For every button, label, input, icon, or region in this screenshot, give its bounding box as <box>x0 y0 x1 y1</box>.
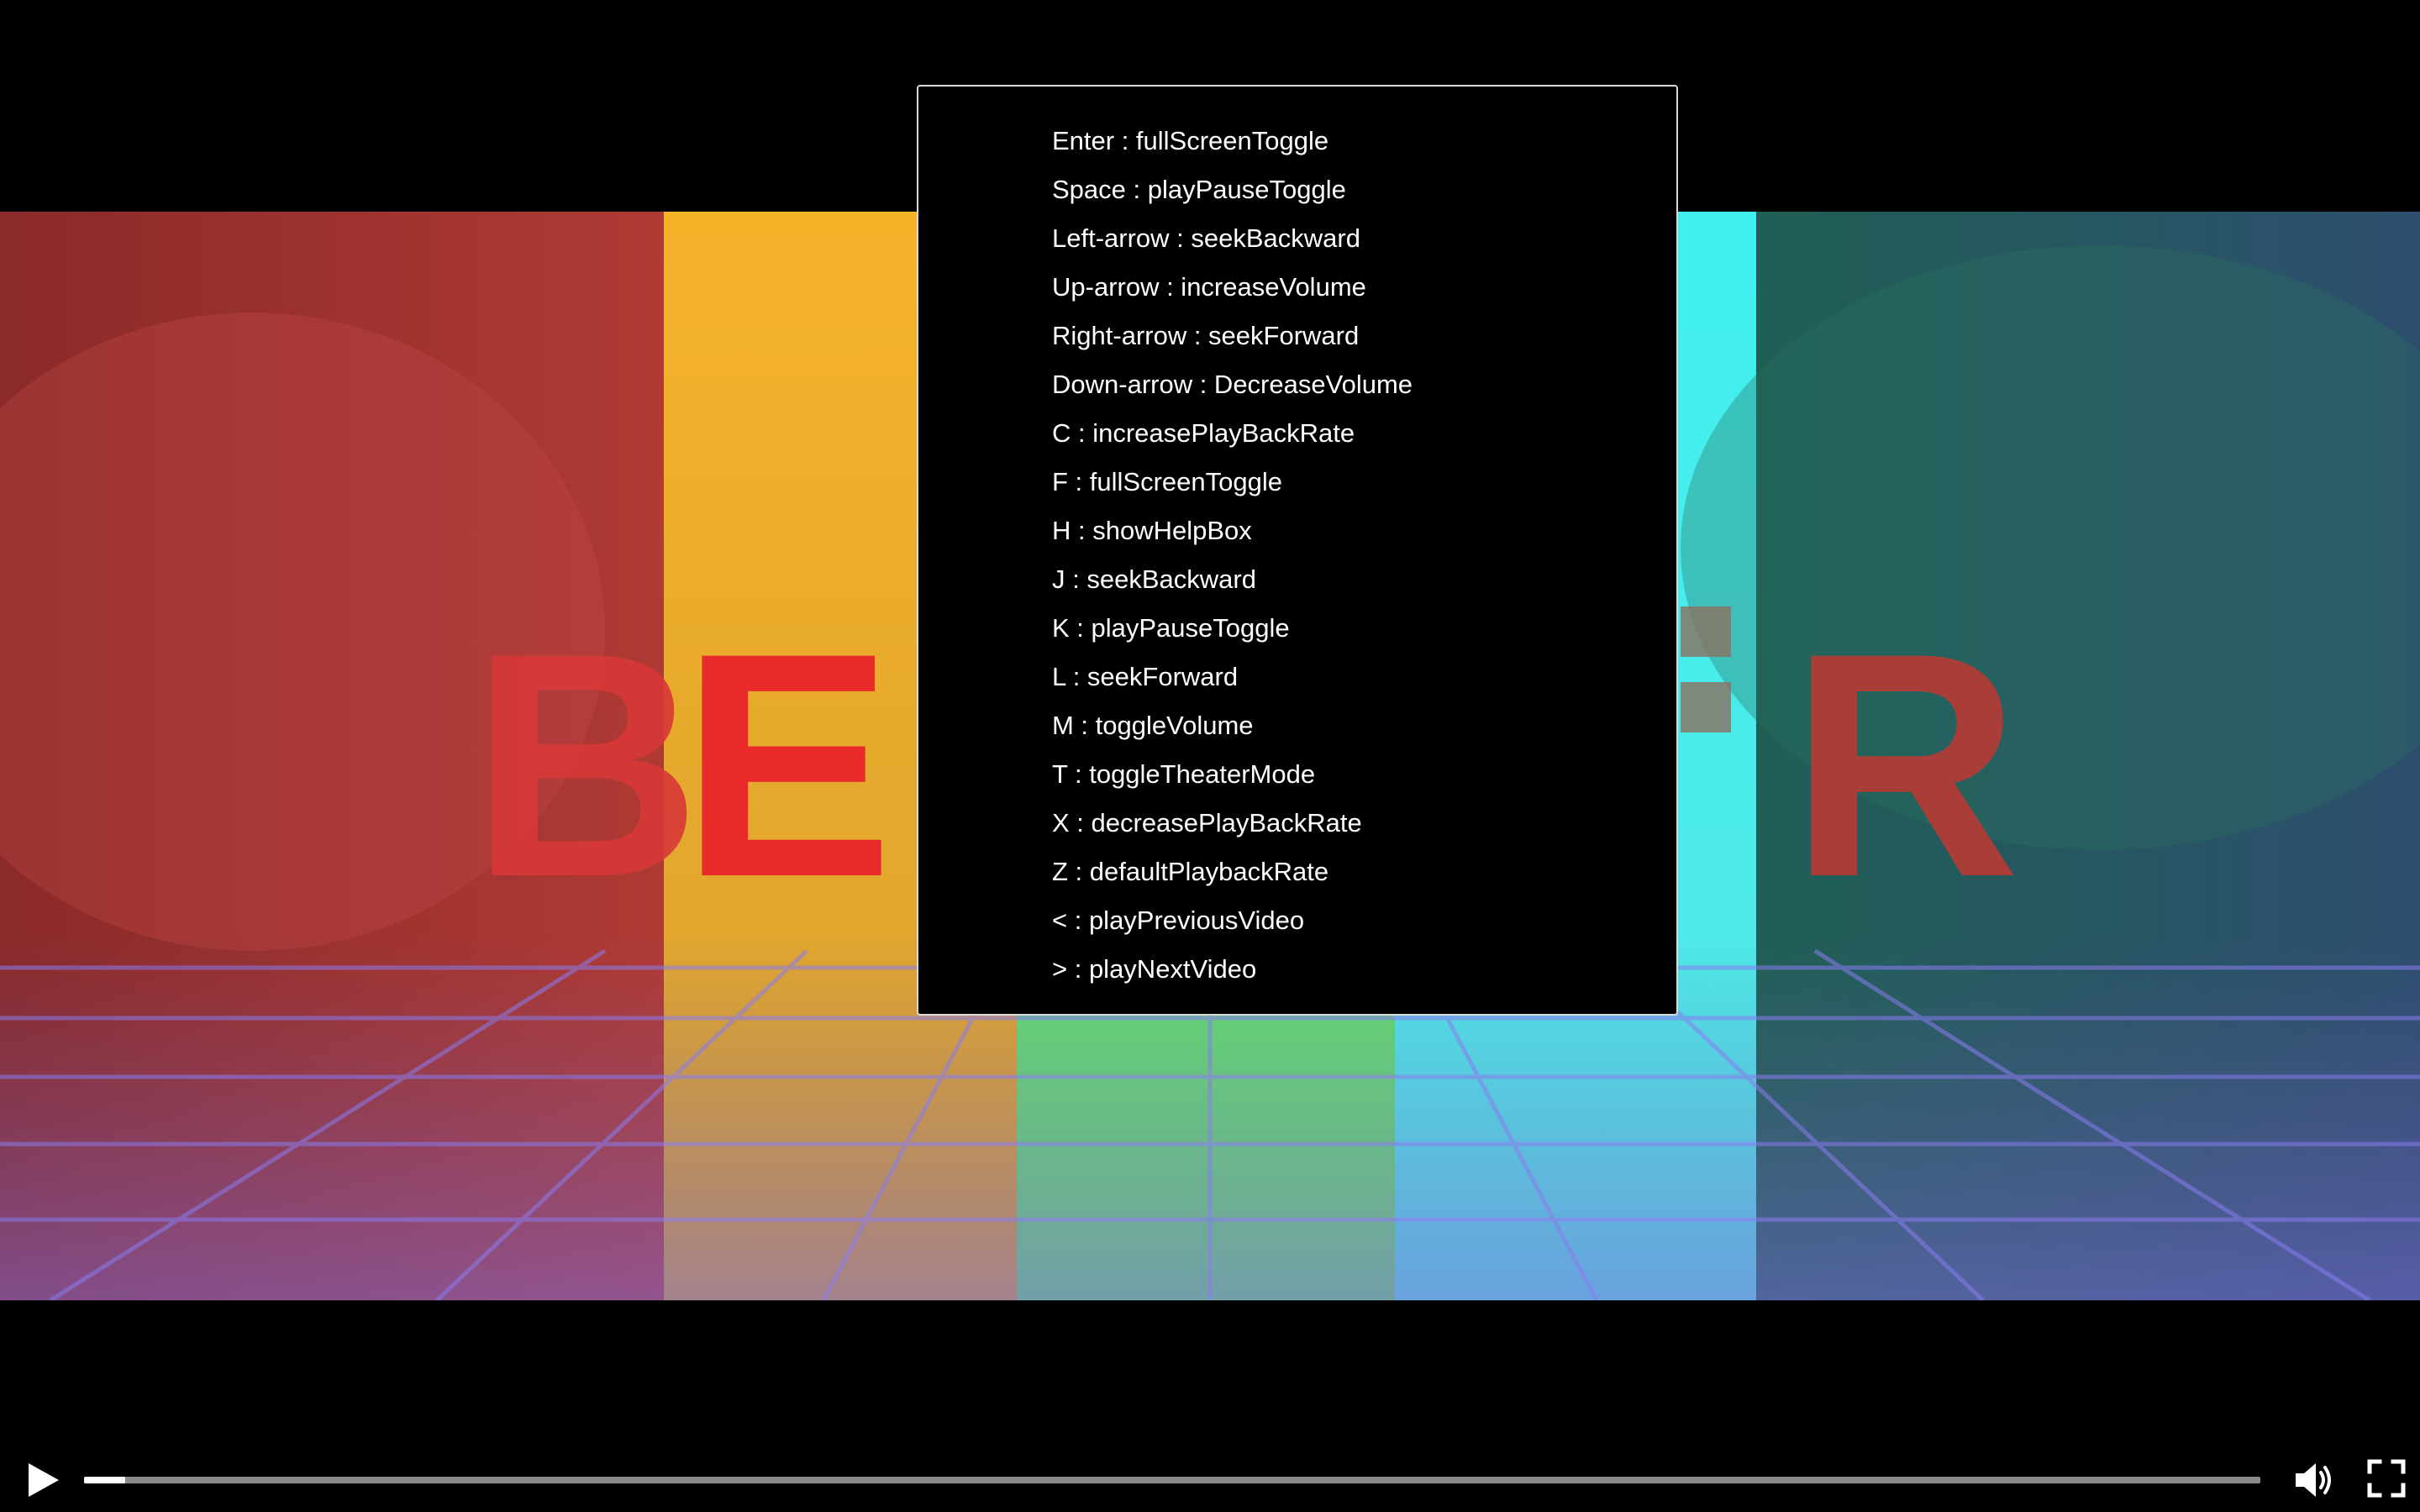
progress-fill <box>84 1477 126 1483</box>
svg-text:B: B <box>471 586 701 943</box>
shortcut-item: Enter : fullScreenToggle <box>1052 126 1329 155</box>
volume-button[interactable] <box>2291 1457 2338 1504</box>
volume-high-icon <box>2296 1463 2331 1497</box>
help-box: Enter : fullScreenToggle Space : playPau… <box>917 85 1678 1016</box>
fullscreen-button[interactable] <box>2365 1457 2408 1500</box>
play-button[interactable] <box>20 1458 64 1502</box>
video-player[interactable]: B E R Enter : fullScreenToggle Space : p… <box>0 0 2420 1512</box>
svg-text:E: E <box>681 586 893 943</box>
shortcut-item: K : playPauseToggle <box>1052 613 1290 643</box>
shortcut-item: Space : playPauseToggle <box>1052 175 1346 204</box>
shortcut-item: < : playPreviousVideo <box>1052 906 1305 935</box>
shortcut-item: T : toggleTheaterMode <box>1052 759 1316 789</box>
shortcut-item: Z : defaultPlaybackRate <box>1052 857 1329 886</box>
shortcut-list: Enter : fullScreenToggle Space : playPau… <box>1052 117 1413 994</box>
shortcut-item: H : showHelpBox <box>1052 516 1252 545</box>
shortcut-item: Left-arrow : seekBackward <box>1052 223 1360 253</box>
progress-bar[interactable] <box>84 1477 2260 1483</box>
shortcut-item: Right-arrow : seekForward <box>1052 321 1360 350</box>
shortcut-item: > : playNextVideo <box>1052 954 1257 984</box>
svg-text:R: R <box>1790 586 2020 943</box>
shortcut-item: F : fullScreenToggle <box>1052 467 1282 496</box>
shortcut-item: C : increasePlayBackRate <box>1052 418 1355 448</box>
control-bar <box>0 1441 2420 1512</box>
play-icon <box>29 1463 59 1497</box>
shortcut-item: L : seekForward <box>1052 662 1239 691</box>
shortcut-item: Down-arrow : DecreaseVolume <box>1052 370 1413 399</box>
shortcut-item: X : decreasePlayBackRate <box>1052 808 1362 837</box>
shortcut-item: Up-arrow : increaseVolume <box>1052 272 1366 302</box>
shortcut-item: M : toggleVolume <box>1052 711 1254 740</box>
fullscreen-icon <box>2367 1459 2406 1498</box>
shortcut-item: J : seekBackward <box>1052 564 1256 594</box>
